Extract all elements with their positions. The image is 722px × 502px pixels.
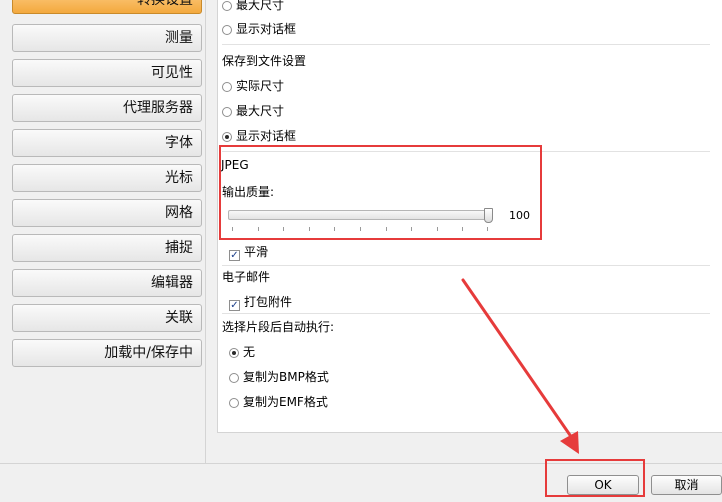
annotation-arrow-icon [461, 278, 579, 454]
